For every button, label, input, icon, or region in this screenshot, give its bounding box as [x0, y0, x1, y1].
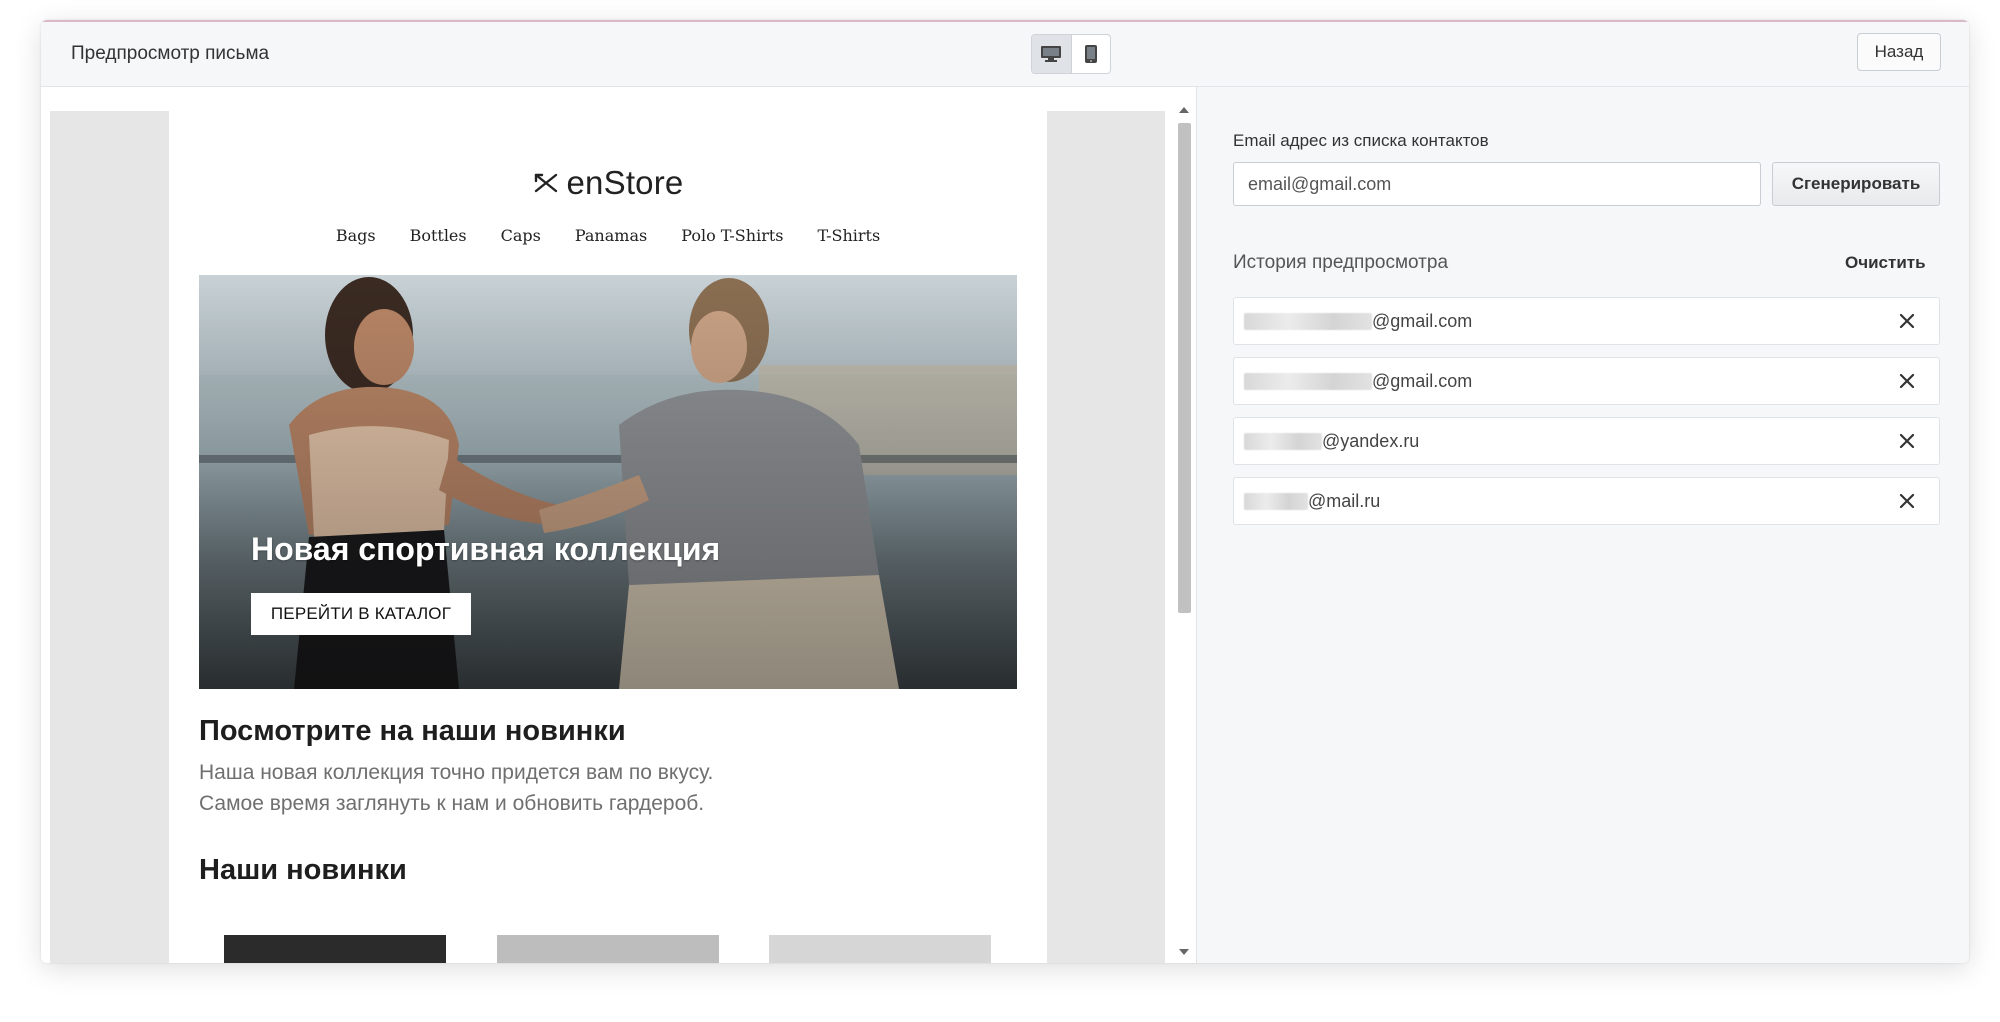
- mobile-view-button[interactable]: [1072, 35, 1111, 73]
- nav-item-polo-tshirts[interactable]: Polo T-Shirts: [681, 226, 783, 245]
- email-body: enStore Bags Bottles Caps Panamas Polo T…: [169, 111, 1047, 963]
- email-nav: Bags Bottles Caps Panamas Polo T-Shirts …: [169, 226, 1047, 245]
- section-text: Наша новая коллекция точно придется вам …: [199, 757, 713, 819]
- side-panel: Email адрес из списка контактов Сгенерир…: [1197, 87, 1969, 963]
- product-card-image[interactable]: [497, 935, 719, 963]
- scroll-up-icon[interactable]: [1179, 107, 1189, 113]
- brand-logo[interactable]: enStore: [169, 164, 1047, 201]
- generate-button[interactable]: Сгенерировать: [1772, 162, 1940, 206]
- nav-item-caps[interactable]: Caps: [501, 226, 541, 245]
- preview-scrollbar[interactable]: [1175, 103, 1193, 959]
- brand-name: enStore: [566, 164, 684, 201]
- clear-history-button[interactable]: Очистить: [1845, 253, 1926, 273]
- masked-email-local: [1244, 432, 1322, 450]
- back-button[interactable]: Назад: [1857, 33, 1941, 71]
- nav-item-bottles[interactable]: Bottles: [410, 226, 467, 245]
- history-item[interactable]: @gmail.com: [1233, 357, 1940, 405]
- masked-email-local: [1244, 372, 1372, 390]
- history-item[interactable]: @yandex.ru: [1233, 417, 1940, 465]
- email-field-label: Email адрес из списка контактов: [1233, 131, 1489, 150]
- mobile-icon: [1084, 45, 1097, 63]
- history-item[interactable]: @mail.ru: [1233, 477, 1940, 525]
- preview-canvas: enStore Bags Bottles Caps Panamas Polo T…: [50, 111, 1165, 963]
- history-email-domain: @gmail.com: [1372, 370, 1473, 391]
- history-title: История предпросмотра: [1233, 252, 1449, 273]
- device-toggle: [1031, 34, 1111, 74]
- catalog-button[interactable]: ПЕРЕЙТИ В КАТАЛОГ: [251, 593, 471, 635]
- section-title-products: Наши новинки: [199, 854, 407, 886]
- scroll-down-icon[interactable]: [1179, 949, 1189, 955]
- nav-item-panamas[interactable]: Panamas: [575, 226, 647, 245]
- scroll-thumb[interactable]: [1178, 123, 1191, 613]
- remove-icon[interactable]: [1897, 431, 1917, 451]
- nav-item-tshirts[interactable]: T-Shirts: [817, 226, 880, 245]
- desktop-icon: [1041, 46, 1062, 62]
- product-card-image[interactable]: [769, 935, 991, 963]
- remove-icon[interactable]: [1897, 371, 1917, 391]
- history-item[interactable]: @gmail.com: [1233, 297, 1940, 345]
- brand-logo-icon: [534, 173, 557, 193]
- history-list: @gmail.com @gmail.com @yandex.ru @mail.r…: [1233, 297, 1940, 537]
- desktop-view-button[interactable]: [1032, 35, 1072, 73]
- email-field[interactable]: [1233, 162, 1761, 206]
- hero-title: Новая спортивная коллекция: [251, 531, 721, 567]
- section-text-line: Самое время заглянуть к нам и обновить г…: [199, 792, 705, 815]
- remove-icon[interactable]: [1897, 491, 1917, 511]
- section-text-line: Наша новая коллекция точно придется вам …: [199, 761, 714, 784]
- masked-email-local: [1244, 492, 1308, 510]
- page-title: Предпросмотр письма: [71, 43, 270, 64]
- email-preview-area: enStore Bags Bottles Caps Panamas Polo T…: [41, 87, 1197, 963]
- history-email-domain: @gmail.com: [1372, 310, 1473, 331]
- history-email-domain: @yandex.ru: [1322, 430, 1420, 451]
- hero-banner: Новая спортивная коллекция ПЕРЕЙТИ В КАТ…: [199, 275, 1017, 689]
- header-bar: Предпросмотр письма Назад: [41, 20, 1969, 87]
- product-card-image[interactable]: [224, 935, 446, 963]
- history-email-domain: @mail.ru: [1308, 490, 1381, 511]
- section-title-new: Посмотрите на наши новинки: [199, 715, 626, 747]
- nav-item-bags[interactable]: Bags: [336, 226, 376, 245]
- masked-email-local: [1244, 312, 1372, 330]
- preview-window: Предпросмотр письма Назад enStore Bags B…: [41, 20, 1969, 963]
- remove-icon[interactable]: [1897, 311, 1917, 331]
